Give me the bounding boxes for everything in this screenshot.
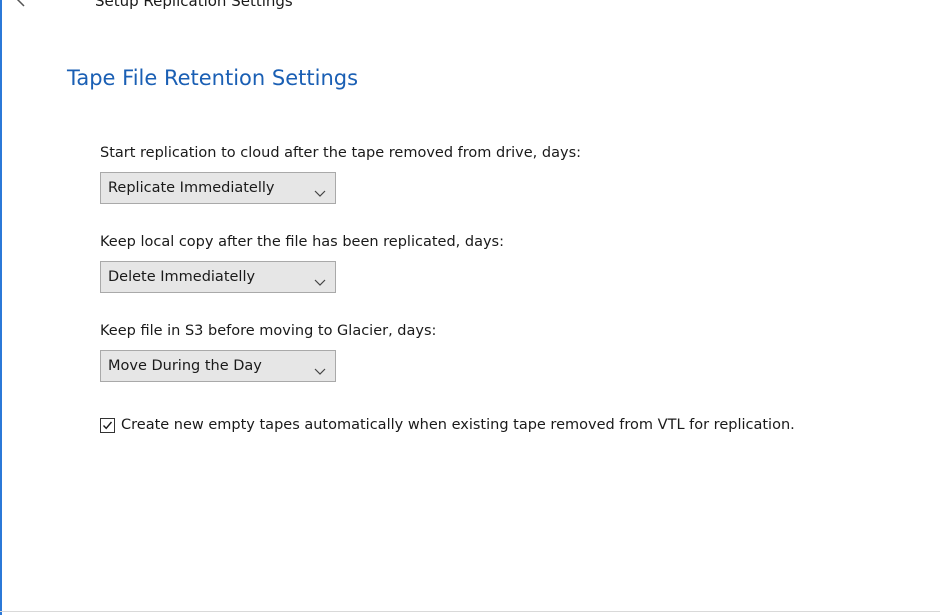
keep-in-s3-label: Keep file in S3 before moving to Glacier… xyxy=(100,323,437,339)
keep-local-copy-label: Keep local copy after the file has been … xyxy=(100,234,504,250)
start-replication-value: Replicate Immediatelly xyxy=(108,180,275,196)
keep-local-copy-dropdown[interactable]: Delete Immediatelly xyxy=(100,261,336,293)
bottom-divider xyxy=(0,611,940,612)
create-empty-tapes-label[interactable]: Create new empty tapes automatically whe… xyxy=(121,417,795,433)
checkmark-icon xyxy=(102,421,113,429)
create-empty-tapes-option: Create new empty tapes automatically whe… xyxy=(100,415,795,435)
keep-in-s3-dropdown[interactable]: Move During the Day xyxy=(100,350,336,382)
start-replication-label: Start replication to cloud after the tap… xyxy=(100,145,582,161)
create-empty-tapes-checkbox[interactable] xyxy=(100,417,115,433)
page-title: Tape File Retention Settings xyxy=(67,66,359,90)
keep-in-s3-value: Move During the Day xyxy=(108,358,262,374)
back-arrow-icon[interactable] xyxy=(14,0,28,9)
chevron-down-icon xyxy=(314,361,326,375)
window-left-border xyxy=(0,0,2,615)
start-replication-dropdown[interactable]: Replicate Immediatelly xyxy=(100,172,336,204)
window-title: Setup Replication Settings xyxy=(95,0,293,10)
title-bar: Setup Replication Settings xyxy=(0,0,940,13)
chevron-down-icon xyxy=(314,272,326,286)
keep-local-copy-value: Delete Immediatelly xyxy=(108,269,256,285)
chevron-down-icon xyxy=(314,183,326,197)
